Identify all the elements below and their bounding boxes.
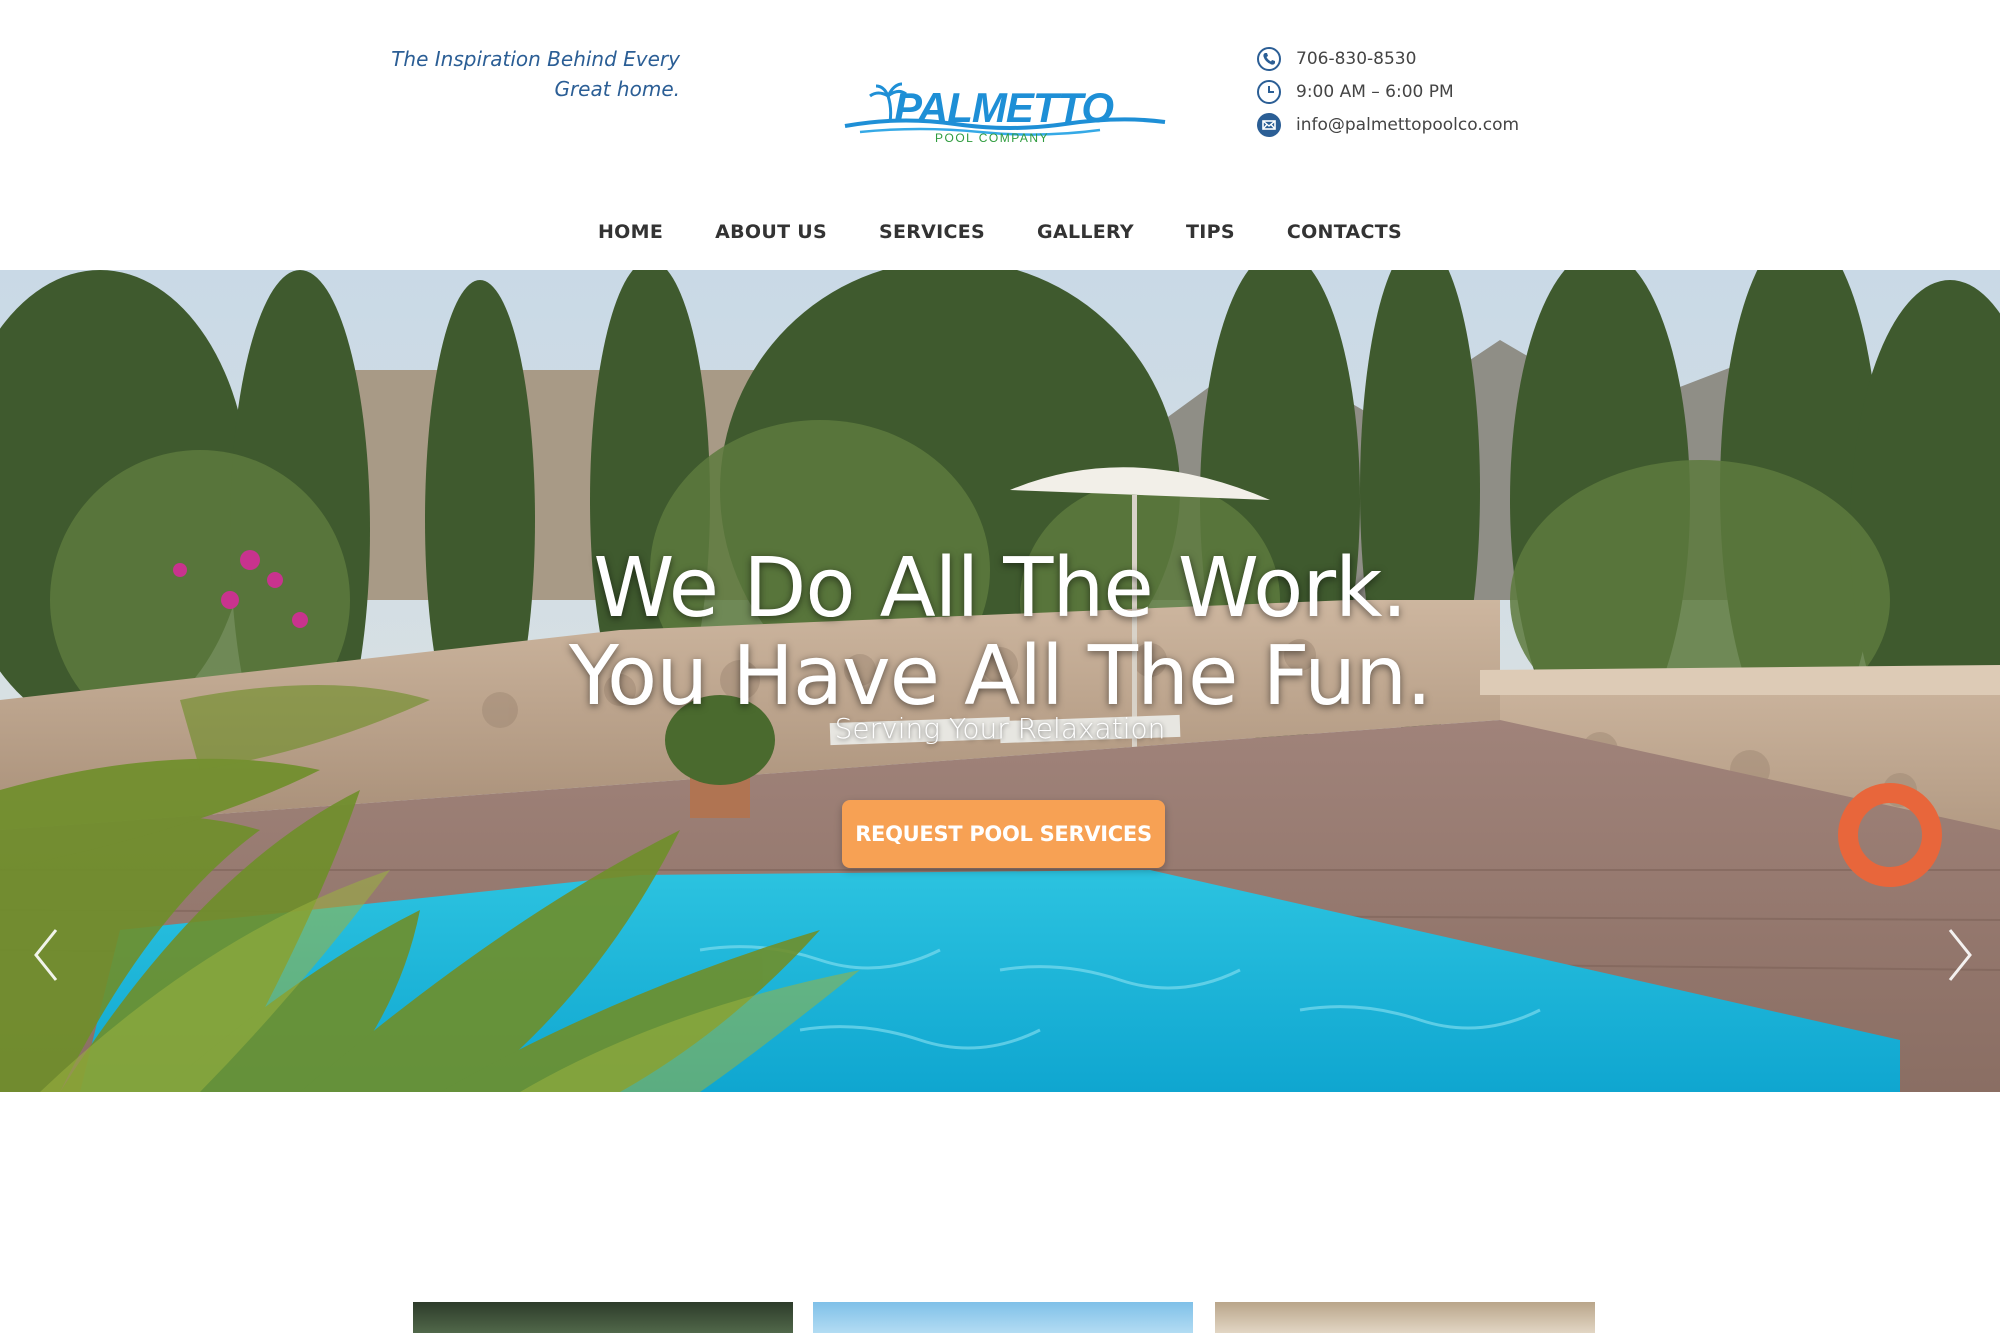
main-navigation: HOME ABOUT US SERVICES GALLERY TIPS CONT…	[0, 212, 2000, 252]
phone-icon	[1256, 46, 1282, 72]
logo-subtitle: POOL COMPANY	[935, 131, 1049, 145]
clock-icon	[1256, 79, 1282, 105]
hero-title-line-2: You Have All The Fun.	[568, 628, 1432, 724]
email-icon	[1256, 112, 1282, 138]
feature-card-image[interactable]	[813, 1302, 1193, 1333]
nav-about-us[interactable]: ABOUT US	[715, 212, 827, 252]
contact-info: 706-830-8530 9:00 AM – 6:00 PM info@palm…	[1256, 42, 1519, 141]
nav-gallery[interactable]: GALLERY	[1037, 212, 1134, 252]
hero-title-line-1: We Do All The Work.	[593, 540, 1407, 636]
contact-hours-row: 9:00 AM – 6:00 PM	[1256, 75, 1519, 108]
request-pool-services-button[interactable]: REQUEST POOL SERVICES	[842, 800, 1165, 868]
nav-tips[interactable]: TIPS	[1186, 212, 1235, 252]
slider-next-arrow[interactable]	[1940, 925, 1980, 985]
chevron-right-icon	[1948, 929, 1972, 981]
palmetto-logo[interactable]: PALMETTO POOL COMPANY	[840, 80, 1170, 146]
slider-prev-arrow[interactable]	[26, 925, 66, 985]
hero-subtitle: Serving Your Relaxation	[834, 712, 1166, 745]
contact-email[interactable]: info@palmettopoolco.com	[1296, 115, 1519, 135]
site-tagline: The Inspiration Behind Every Great home.	[391, 47, 680, 101]
logo-wordmark: PALMETTO	[894, 84, 1113, 131]
nav-contacts[interactable]: CONTACTS	[1287, 212, 1402, 252]
feature-card-image[interactable]	[1215, 1302, 1595, 1333]
chevron-left-icon	[34, 929, 58, 981]
nav-services[interactable]: SERVICES	[879, 212, 985, 252]
site-header: The Inspiration Behind Every Great home.…	[0, 0, 2000, 270]
contact-email-row[interactable]: info@palmettopoolco.com	[1256, 108, 1519, 141]
contact-hours: 9:00 AM – 6:00 PM	[1296, 81, 1454, 102]
logo-graphic: PALMETTO POOL COMPANY	[844, 82, 1166, 145]
contact-phone-row[interactable]: 706-830-8530	[1256, 42, 1519, 75]
feature-cards	[0, 1302, 2000, 1333]
hero-title: We Do All The Work. You Have All The Fun…	[0, 540, 2000, 724]
feature-card-image[interactable]	[413, 1302, 793, 1333]
contact-phone[interactable]: 706-830-8530	[1296, 49, 1416, 69]
nav-home[interactable]: HOME	[598, 212, 663, 252]
